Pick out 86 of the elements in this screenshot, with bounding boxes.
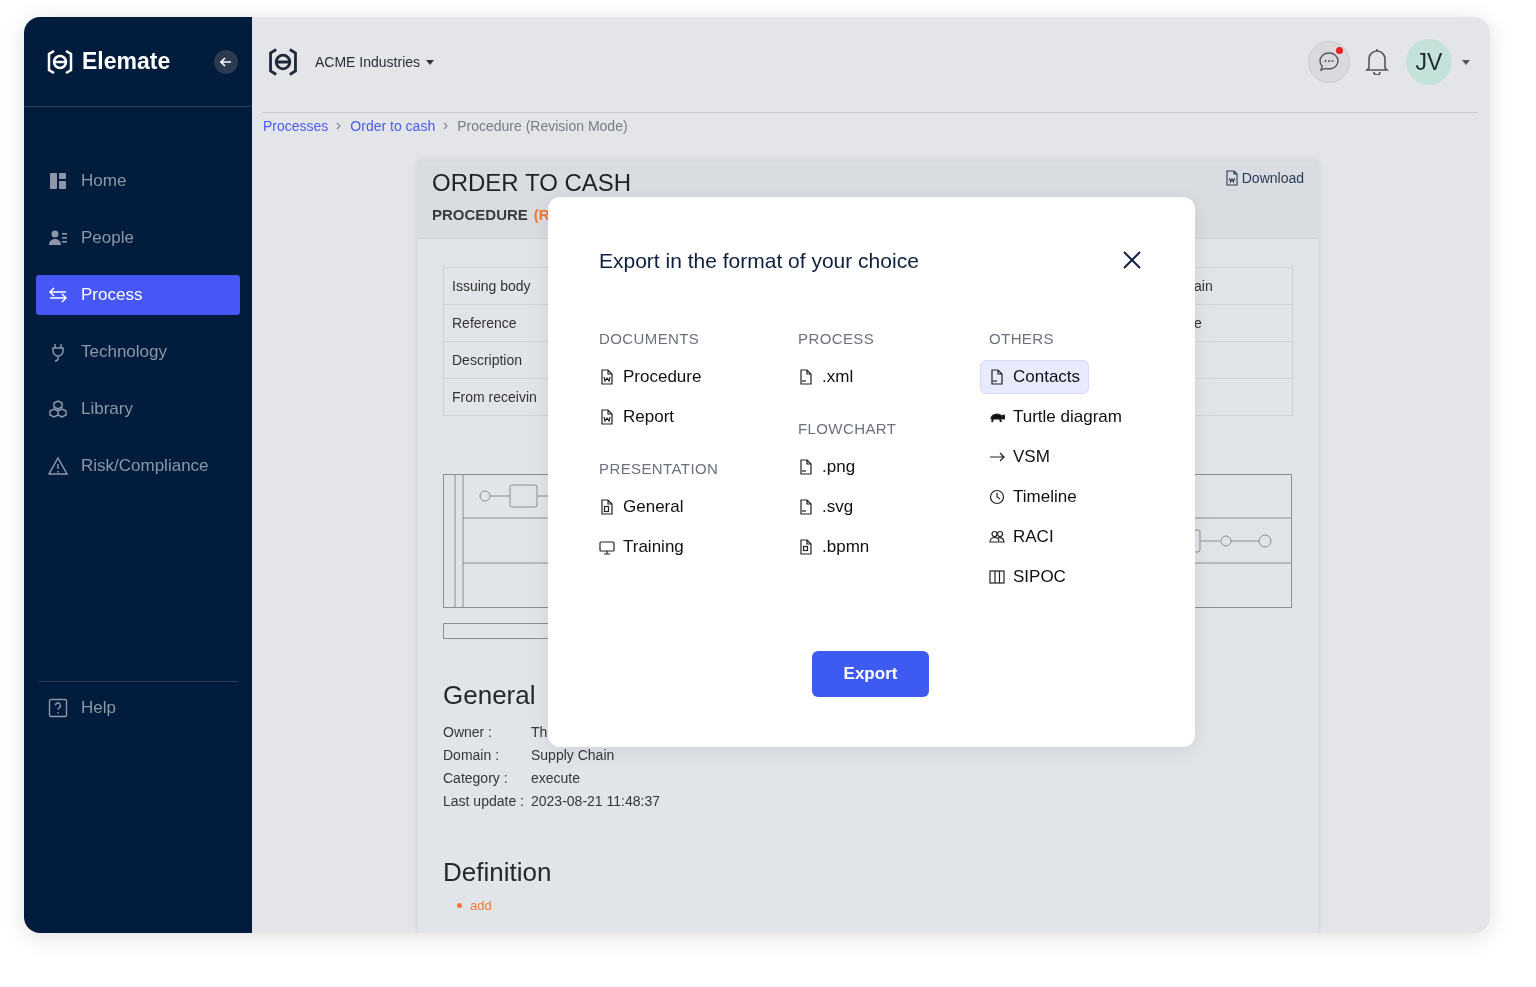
- brand-name: Elemate: [82, 48, 171, 75]
- download-button[interactable]: Download: [1224, 170, 1304, 186]
- format-option[interactable]: RACI: [989, 517, 1054, 557]
- sidebar-item[interactable]: Process: [36, 275, 240, 315]
- field-value: Supply Chain: [531, 746, 615, 765]
- section-heading: Definition: [443, 857, 553, 888]
- file-icon: [798, 369, 814, 385]
- field-value: 2023-08-21 11:48:37: [531, 792, 660, 811]
- chat-button[interactable]: [1308, 41, 1350, 83]
- collapse-button[interactable]: [214, 49, 238, 74]
- field-label: Domain :: [443, 746, 500, 765]
- sidebar-item[interactable]: Technology: [36, 332, 240, 372]
- notifications-button[interactable]: [1364, 46, 1390, 78]
- field-label: Owner :: [443, 723, 492, 742]
- section-heading: General: [443, 680, 537, 711]
- field-value: Th: [531, 723, 548, 742]
- warning-icon: [48, 456, 68, 476]
- help-icon: [48, 698, 68, 718]
- monitor-icon: [599, 539, 615, 555]
- file-icon: [798, 499, 814, 515]
- sidebar-item[interactable]: Library: [36, 389, 240, 429]
- format-group-heading: PROCESS: [798, 329, 876, 349]
- chevron-right-icon: [336, 122, 343, 130]
- document-type: PROCEDURE: [432, 206, 528, 223]
- word-document-icon: [599, 369, 615, 385]
- format-option[interactable]: General: [599, 487, 684, 527]
- format-option[interactable]: Training: [599, 527, 684, 567]
- format-option[interactable]: .svg: [798, 487, 854, 527]
- slides-document-icon: [599, 499, 615, 515]
- chat-icon: [1318, 51, 1340, 73]
- home-icon: [48, 171, 68, 191]
- property-value: ain: [1194, 278, 1214, 294]
- format-group-heading: OTHERS: [989, 329, 1055, 349]
- help-item[interactable]: Help: [36, 688, 240, 728]
- field-label: Category :: [443, 769, 508, 788]
- format-group-heading: PRESENTATION: [599, 459, 720, 479]
- company-logo-icon: [267, 45, 299, 79]
- format-group-heading: DOCUMENTS: [599, 329, 701, 349]
- format-option[interactable]: Procedure: [599, 357, 702, 397]
- chevron-right-icon: [443, 122, 450, 130]
- file-icon: [798, 459, 814, 475]
- sidebar-item[interactable]: Home: [36, 161, 240, 201]
- breadcrumb-link[interactable]: Order to cash: [350, 118, 436, 134]
- file-icon: [798, 539, 814, 555]
- property-label: From receivin: [451, 389, 538, 405]
- format-option[interactable]: Turtle diagram: [989, 397, 1122, 437]
- export-button[interactable]: Export: [812, 651, 929, 697]
- format-option[interactable]: VSM: [989, 437, 1050, 477]
- cubes-icon: [48, 399, 68, 419]
- format-option[interactable]: .xml: [798, 357, 854, 397]
- columns-icon: [989, 569, 1005, 585]
- arrows-icon: [48, 285, 68, 305]
- sidebar-item[interactable]: People: [36, 218, 240, 258]
- clock-icon: [989, 489, 1005, 505]
- dialog-title: Export in the format of your choice: [599, 249, 919, 273]
- people-icon: [48, 228, 68, 248]
- people-icon: [989, 529, 1005, 545]
- arrow-left-icon: [220, 55, 232, 68]
- organization-dropdown[interactable]: ACME Industries: [309, 53, 441, 71]
- field-value: execute: [531, 769, 581, 788]
- format-group-heading: FLOWCHART: [798, 419, 898, 439]
- caret-icon: [426, 59, 435, 65]
- property-label: Description: [451, 352, 524, 368]
- breadcrumb-link[interactable]: Processes: [263, 118, 329, 134]
- format-option[interactable]: .bpmn: [798, 527, 870, 567]
- document-title: ORDER TO CASH: [432, 169, 632, 197]
- property-value: e: [1194, 315, 1203, 331]
- format-option[interactable]: SIPOC: [989, 557, 1066, 597]
- bell-icon: [1364, 46, 1390, 75]
- property-label: Reference: [451, 315, 518, 331]
- format-option[interactable]: Report: [599, 397, 675, 437]
- format-option[interactable]: Timeline: [989, 477, 1077, 517]
- format-option[interactable]: .png: [798, 447, 856, 487]
- field-label: Last update :: [443, 792, 524, 811]
- document-icon: [1224, 170, 1239, 186]
- property-label: Issuing body: [451, 278, 532, 294]
- format-option[interactable]: Contacts: [980, 360, 1090, 394]
- sidebar-item[interactable]: Risk/Compliance: [36, 446, 240, 486]
- mode-label: (R: [533, 206, 550, 223]
- breadcrumb-current: Procedure (Revision Mode): [457, 118, 628, 134]
- user-avatar[interactable]: JV: [1406, 39, 1452, 85]
- bullet-icon: [457, 903, 462, 908]
- word-document-icon: [599, 409, 615, 425]
- caret-icon: [1462, 59, 1470, 65]
- close-icon: [1122, 249, 1142, 270]
- file-icon: [989, 369, 1005, 385]
